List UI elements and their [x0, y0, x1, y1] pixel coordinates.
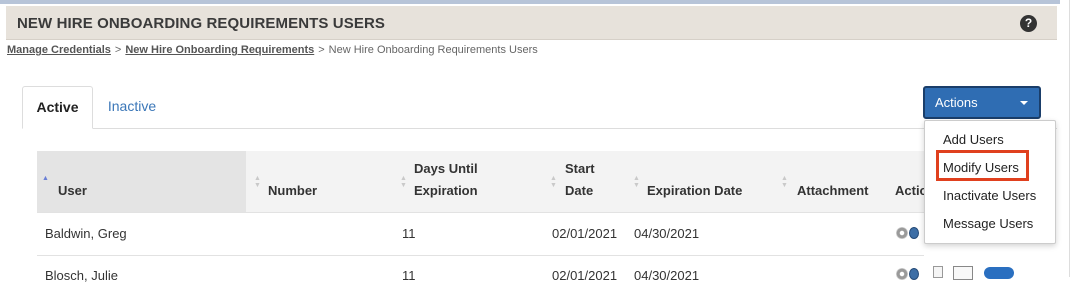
- column-header-days-line2: Expiration: [414, 183, 478, 198]
- column-header-expiration-date[interactable]: Expiration Date: [647, 180, 742, 202]
- tabs-divider: [22, 128, 1057, 129]
- sort-icon[interactable]: ▲ ▼: [633, 175, 640, 189]
- row-2-user[interactable]: Blosch, Julie: [45, 268, 118, 283]
- globe-icon[interactable]: [909, 268, 919, 280]
- page-header: NEW HIRE ONBOARDING REQUIREMENTS USERS ?: [6, 6, 1057, 40]
- row-1-actions: [895, 225, 925, 241]
- toggle-switch[interactable]: [984, 267, 1014, 279]
- column-header-attachment[interactable]: Attachment: [797, 180, 869, 202]
- gear-icon[interactable]: [896, 268, 908, 280]
- sort-icon[interactable]: ▲ ▼: [400, 175, 407, 189]
- tab-active[interactable]: Active: [22, 86, 93, 129]
- document-icon[interactable]: [933, 266, 943, 278]
- breadcrumb-current: New Hire Onboarding Requirements Users: [328, 44, 538, 56]
- column-header-start-line2: Date: [565, 183, 594, 198]
- row-1-days: 11: [402, 226, 416, 241]
- sort-icon[interactable]: ▲ ▼: [781, 175, 788, 189]
- column-header-start-line1: Start: [565, 161, 595, 176]
- globe-icon[interactable]: [909, 227, 919, 239]
- breadcrumb-new-hire-onboarding[interactable]: New Hire Onboarding Requirements: [125, 44, 314, 56]
- column-header-days-until-expiration[interactable]: Days Until Expiration: [414, 158, 478, 202]
- row-2-actions: [895, 266, 1017, 282]
- column-header-user[interactable]: User: [58, 180, 87, 202]
- breadcrumb-separator: >: [114, 44, 122, 56]
- row-1-start-date: 02/01/2021: [552, 226, 618, 241]
- row-2-days: 11: [402, 268, 416, 283]
- actions-dropdown-button[interactable]: Actions: [923, 86, 1041, 119]
- highlight-box: [936, 150, 1029, 181]
- actions-button-label: Actions: [935, 95, 978, 110]
- column-header-number[interactable]: Number: [268, 180, 317, 202]
- sort-icon[interactable]: ▲ ▼: [550, 175, 557, 189]
- column-header-actions: Actio: [895, 183, 928, 198]
- actions-menu: Add Users Modify Users Inactivate Users …: [924, 120, 1056, 244]
- row-divider: [37, 212, 924, 213]
- menu-item-inactivate-users[interactable]: Inactivate Users: [943, 188, 1036, 203]
- gear-icon[interactable]: [896, 227, 908, 239]
- top-rule: [0, 0, 1060, 4]
- tab-inactive[interactable]: Inactive: [97, 86, 167, 129]
- row-2-start-date: 02/01/2021: [552, 268, 618, 283]
- question-circle-icon[interactable]: ?: [1020, 15, 1037, 32]
- menu-item-add-users[interactable]: Add Users: [943, 132, 1004, 147]
- column-header-start-date[interactable]: Start Date: [565, 158, 595, 202]
- row-2-expiration-date: 04/30/2021: [634, 268, 700, 283]
- menu-item-message-users[interactable]: Message Users: [943, 216, 1033, 231]
- breadcrumb: Manage Credentials > New Hire Onboarding R…: [7, 44, 538, 56]
- page-title: NEW HIRE ONBOARDING REQUIREMENTS USERS: [17, 15, 385, 32]
- row-1-expiration-date: 04/30/2021: [634, 226, 700, 241]
- row-divider: [37, 255, 924, 256]
- sort-icon[interactable]: ▲ ▼: [254, 175, 261, 189]
- breadcrumb-separator: >: [318, 44, 325, 56]
- scrollbar-track[interactable]: [1069, 0, 1070, 277]
- caret-down-icon: [1020, 101, 1028, 105]
- column-header-days-line1: Days Until: [414, 161, 478, 176]
- breadcrumb-manage-credentials[interactable]: Manage Credentials: [7, 44, 111, 56]
- envelope-icon[interactable]: [953, 266, 973, 280]
- sort-asc-icon[interactable]: ▲: [42, 175, 49, 182]
- row-1-user[interactable]: Baldwin, Greg: [45, 226, 127, 241]
